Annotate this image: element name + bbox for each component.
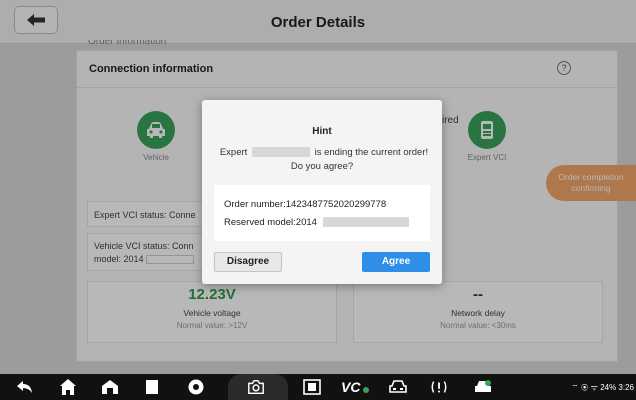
svg-text:VC: VC	[341, 379, 361, 395]
vci-icon[interactable]: VC	[340, 378, 370, 396]
reserved-model: Reserved model:2014	[224, 217, 317, 228]
dialog-message: Expert is ending the current order!	[214, 147, 434, 158]
redacted-name	[251, 147, 310, 158]
wifi-icon: ⌔ ◉ ᯤ	[571, 383, 601, 392]
back-icon[interactable]	[16, 378, 34, 396]
order-info-box: Order number:1423487752020299778 Reserve…	[214, 185, 430, 241]
agree-button[interactable]: Agree	[362, 252, 430, 272]
disagree-button[interactable]: Disagree	[214, 252, 282, 272]
reserved-model-row: Reserved model:2014	[224, 217, 420, 235]
browser-icon[interactable]	[187, 378, 205, 396]
diagnostics-icon[interactable]	[430, 378, 448, 396]
status-bar: ⌔ ◉ ᯤ 24% 3:26	[571, 382, 634, 393]
screen-capture-icon[interactable]	[303, 378, 321, 396]
redacted-model-detail	[322, 217, 409, 228]
order-number: Order number:1423487752020299778	[224, 199, 387, 210]
app-home-icon[interactable]	[101, 378, 119, 396]
dialog-msg-prefix: Expert	[219, 147, 248, 158]
dialog-msg-suffix: is ending the current order!	[314, 147, 429, 158]
battery-time: 24% 3:26	[600, 383, 634, 392]
recent-apps-icon[interactable]	[143, 378, 161, 396]
dialog-title: Hint	[312, 126, 332, 137]
system-nav-bar: VC ⌔ ◉ ᯤ 24% 3:26	[0, 374, 636, 400]
hint-dialog: Hint Expert is ending the current order!…	[202, 100, 442, 284]
camera-icon[interactable]	[247, 378, 265, 396]
remote-expert-icon[interactable]	[474, 378, 492, 396]
vehicle-icon[interactable]	[389, 378, 407, 396]
dialog-question: Do you agree?	[290, 161, 354, 172]
home-icon[interactable]	[59, 378, 77, 396]
